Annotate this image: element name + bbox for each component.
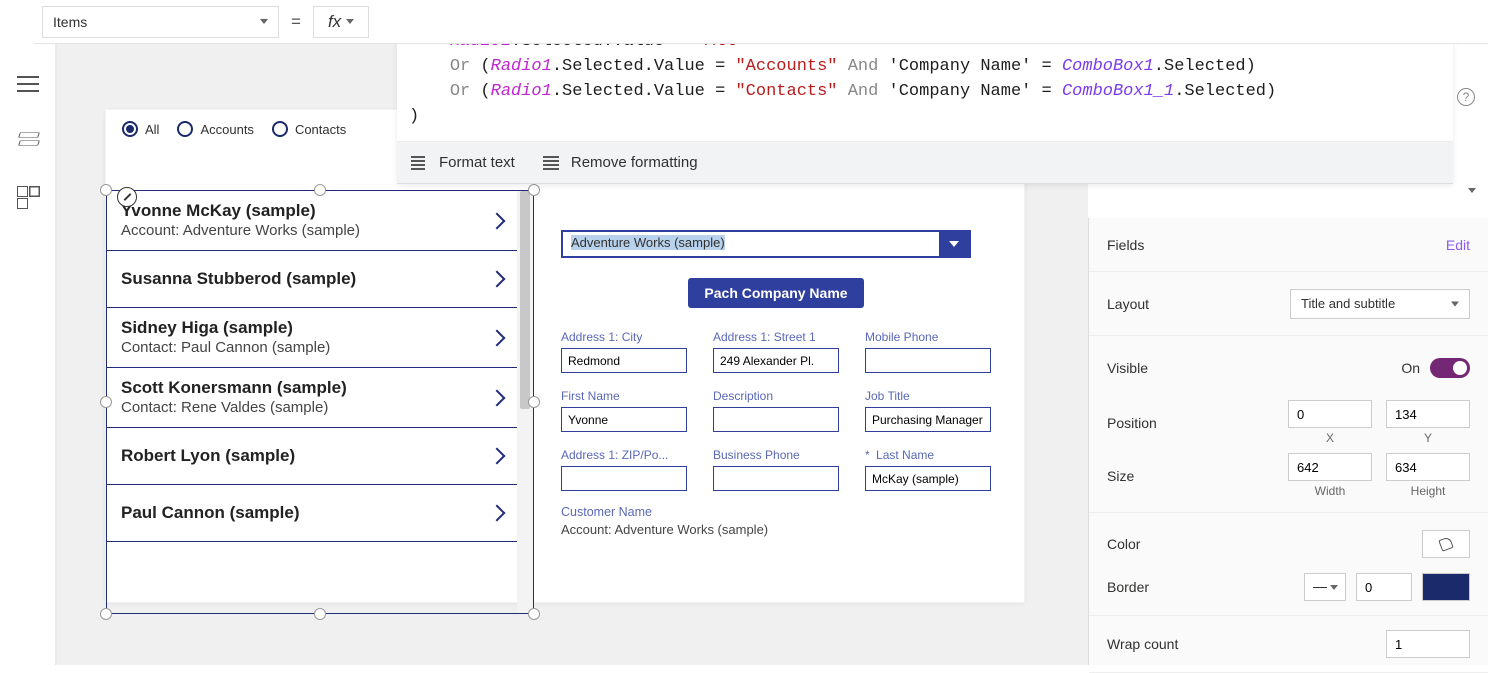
gallery-item[interactable]: Susanna Stubberod (sample) bbox=[107, 251, 517, 308]
chevron-right-icon[interactable] bbox=[491, 446, 503, 466]
firstname-input[interactable] bbox=[561, 407, 687, 432]
size-row: Size WidthHeight bbox=[1089, 449, 1488, 512]
radio-contacts[interactable]: Contacts bbox=[272, 121, 346, 137]
lastname-input[interactable] bbox=[865, 466, 991, 491]
gallery-subtitle: Contact: Paul Cannon (sample) bbox=[121, 339, 503, 356]
chevron-right-icon[interactable] bbox=[491, 328, 503, 348]
jobtitle-input[interactable] bbox=[865, 407, 991, 432]
radio-icon bbox=[272, 121, 288, 137]
field-street: Address 1: Street 1 bbox=[713, 330, 839, 373]
field-lastname: * Last Name bbox=[865, 448, 991, 491]
field-description: Description bbox=[713, 389, 839, 432]
radio-icon bbox=[177, 121, 193, 137]
remove-format-icon bbox=[543, 156, 561, 170]
chevron-down-icon bbox=[949, 241, 959, 247]
visible-row: Visible On bbox=[1089, 336, 1488, 390]
customer-name-block: Customer Name Account: Adventure Works (… bbox=[561, 505, 991, 537]
zip-input[interactable] bbox=[561, 466, 687, 491]
description-input[interactable] bbox=[713, 407, 839, 432]
position-row: Position XY bbox=[1089, 390, 1488, 449]
tool-rail bbox=[0, 44, 56, 665]
position-x-input[interactable] bbox=[1288, 400, 1372, 428]
paint-icon bbox=[1438, 536, 1453, 551]
field-firstname: First Name bbox=[561, 389, 687, 432]
chevron-right-icon[interactable] bbox=[491, 503, 503, 523]
city-input[interactable] bbox=[561, 348, 687, 373]
border-color-swatch[interactable] bbox=[1422, 573, 1470, 601]
border-style-select[interactable] bbox=[1304, 573, 1346, 601]
company-combobox[interactable]: Adventure Works (sample) bbox=[561, 230, 971, 258]
position-y-input[interactable] bbox=[1386, 400, 1470, 428]
radio-icon bbox=[122, 121, 138, 137]
equals-label: = bbox=[291, 12, 301, 32]
border-row: Border bbox=[1089, 567, 1488, 616]
radio-all[interactable]: All bbox=[122, 121, 159, 137]
size-h-input[interactable] bbox=[1386, 453, 1470, 481]
format-icon bbox=[411, 156, 429, 170]
visible-toggle[interactable] bbox=[1430, 358, 1470, 378]
field-jobtitle: Job Title bbox=[865, 389, 991, 432]
chevron-down-icon bbox=[1451, 301, 1459, 306]
wrap-count-row: Wrap count bbox=[1089, 616, 1488, 673]
format-text-button[interactable]: Format text bbox=[411, 154, 515, 171]
wrap-count-input[interactable] bbox=[1386, 630, 1470, 658]
gallery-control[interactable]: Yvonne McKay (sample)Account: Adventure … bbox=[106, 190, 534, 614]
combobox-value: Adventure Works (sample) bbox=[563, 232, 939, 256]
property-select[interactable]: Items bbox=[42, 6, 279, 38]
gallery-title: Susanna Stubberod (sample) bbox=[121, 269, 503, 289]
edit-pencil-button[interactable] bbox=[117, 187, 137, 207]
chevron-right-icon[interactable] bbox=[491, 269, 503, 289]
chevron-down-icon bbox=[260, 19, 268, 24]
gallery-title: Scott Konersmann (sample) bbox=[121, 378, 503, 398]
components-icon[interactable] bbox=[17, 186, 39, 204]
gallery-subtitle: Contact: Rene Valdes (sample) bbox=[121, 399, 503, 416]
fields-row: Fields Edit bbox=[1089, 218, 1488, 272]
field-business-phone: Business Phone bbox=[713, 448, 839, 491]
edit-fields-link[interactable]: Edit bbox=[1446, 237, 1470, 253]
fx-button[interactable]: fx bbox=[313, 6, 369, 38]
color-picker[interactable] bbox=[1422, 530, 1470, 558]
property-select-value: Items bbox=[53, 14, 87, 30]
gallery-item[interactable]: Scott Konersmann (sample)Contact: Rene V… bbox=[107, 368, 517, 428]
gallery-subtitle: Account: Adventure Works (sample) bbox=[121, 222, 503, 239]
color-row: Color bbox=[1089, 513, 1488, 567]
gallery-item[interactable]: Sidney Higa (sample)Contact: Paul Cannon… bbox=[107, 308, 517, 368]
gallery-item[interactable]: Robert Lyon (sample) bbox=[107, 428, 517, 485]
patch-company-button[interactable]: Pach Company Name bbox=[688, 278, 863, 308]
chevron-down-icon bbox=[346, 19, 354, 24]
size-w-input[interactable] bbox=[1288, 453, 1372, 481]
layout-row: Layout Title and subtitle bbox=[1089, 272, 1488, 336]
chevron-right-icon[interactable] bbox=[491, 388, 503, 408]
field-zip: Address 1: ZIP/Po... bbox=[561, 448, 687, 491]
combobox-dropdown-button[interactable] bbox=[939, 232, 969, 256]
remove-formatting-button[interactable]: Remove formatting bbox=[543, 154, 698, 171]
street-input[interactable] bbox=[713, 348, 839, 373]
gallery-title: Paul Cannon (sample) bbox=[121, 503, 503, 523]
help-icon[interactable]: ? bbox=[1457, 88, 1475, 106]
field-mobile: Mobile Phone bbox=[865, 330, 991, 373]
field-city: Address 1: City bbox=[561, 330, 687, 373]
mobile-input[interactable] bbox=[865, 348, 991, 373]
chevron-down-icon bbox=[1330, 585, 1338, 590]
property-pane: Fields Edit Layout Title and subtitle Vi… bbox=[1088, 218, 1488, 665]
border-width-input[interactable] bbox=[1356, 573, 1412, 601]
layout-select[interactable]: Title and subtitle bbox=[1290, 289, 1470, 319]
expand-down-icon[interactable] bbox=[1468, 188, 1476, 193]
gallery-title: Robert Lyon (sample) bbox=[121, 446, 503, 466]
gallery-title: Yvonne McKay (sample) bbox=[121, 201, 503, 221]
tree-view-icon[interactable] bbox=[17, 74, 39, 92]
gallery-item[interactable]: Yvonne McKay (sample)Account: Adventure … bbox=[107, 191, 517, 251]
gallery-item[interactable]: Paul Cannon (sample) bbox=[107, 485, 517, 542]
gallery-title: Sidney Higa (sample) bbox=[121, 318, 503, 338]
business-phone-input[interactable] bbox=[713, 466, 839, 491]
chevron-right-icon[interactable] bbox=[491, 211, 503, 231]
layers-icon[interactable] bbox=[17, 130, 39, 148]
form-area: Adventure Works (sample) Pach Company Na… bbox=[561, 230, 991, 537]
radio-accounts[interactable]: Accounts bbox=[177, 121, 253, 137]
